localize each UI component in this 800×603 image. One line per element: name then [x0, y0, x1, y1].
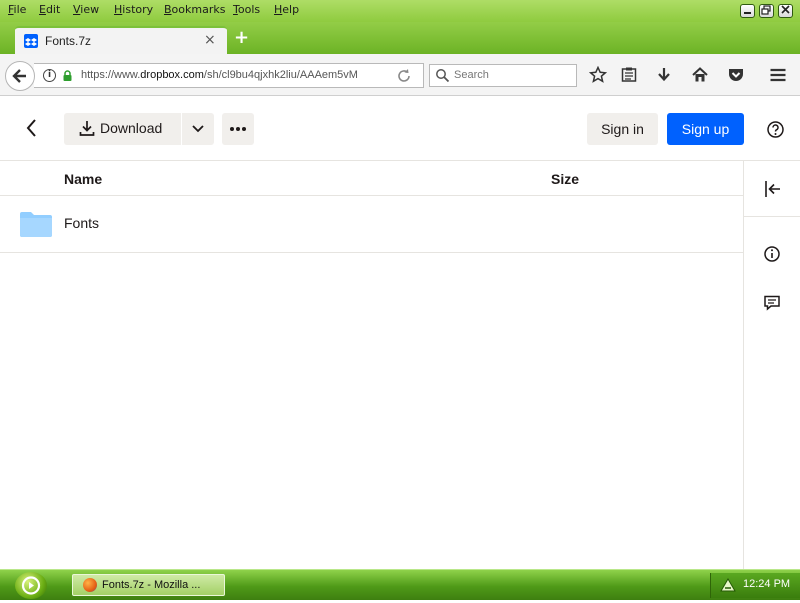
download-arrow-icon[interactable] [655, 66, 673, 84]
lock-icon [63, 70, 72, 81]
help-icon[interactable] [766, 120, 785, 139]
tab-title: Fonts.7z [45, 34, 92, 48]
star-icon[interactable] [589, 66, 607, 84]
arrow-left-icon [12, 69, 26, 83]
menu-tools[interactable]: Tools [233, 3, 260, 16]
info-circle-icon[interactable] [763, 245, 781, 263]
back-button[interactable] [5, 61, 35, 91]
column-size-header[interactable]: Size [551, 171, 579, 187]
search-icon [436, 69, 450, 83]
chevron-left-icon[interactable] [22, 117, 42, 139]
download-icon [79, 121, 95, 136]
system-tray: 12:24 PM [710, 573, 800, 598]
ellipsis-icon [230, 127, 246, 131]
menu-history[interactable]: History [114, 3, 153, 16]
url-bar[interactable]: i https://www.dropbox.com/sh/cl9bu4qjxhk… [34, 63, 424, 88]
folder-icon [20, 212, 52, 237]
download-options-button[interactable] [182, 113, 214, 145]
menu-help[interactable]: Help [274, 3, 299, 16]
pocket-icon[interactable] [727, 66, 745, 84]
tab-fonts[interactable]: Fonts.7z × [15, 26, 227, 54]
file-list: Name Size Fonts [0, 161, 743, 569]
network-icon[interactable] [719, 577, 737, 593]
url-path: /sh/cl9bu4qjxhk2liu/AAAem5vM [203, 69, 358, 81]
home-icon[interactable] [691, 66, 709, 84]
page-header: Download Sign in Sign up [0, 97, 800, 161]
sign-up-button[interactable]: Sign up [667, 113, 744, 145]
taskbar-item-label: Fonts.7z - Mozilla ... [102, 579, 201, 591]
chevron-down-icon [192, 125, 204, 133]
folder-name[interactable]: Fonts [64, 215, 99, 231]
column-name-header[interactable]: Name [64, 171, 102, 187]
search-placeholder: Search [454, 69, 489, 81]
new-tab-button[interactable]: + [234, 28, 249, 48]
list-item[interactable]: Fonts [0, 196, 743, 253]
url-prefix: https://www. [81, 69, 141, 81]
menu-bar: File Edit View History Bookmarks Tools H… [0, 0, 800, 22]
close-window-button[interactable] [778, 4, 793, 18]
sign-in-button[interactable]: Sign in [587, 113, 658, 145]
search-bar[interactable]: Search [429, 64, 577, 87]
hamburger-menu-icon[interactable] [769, 66, 787, 84]
download-button[interactable]: Download [64, 113, 181, 145]
firefox-icon [83, 578, 97, 592]
right-sidebar [743, 161, 800, 569]
restore-icon [761, 5, 771, 15]
comment-icon[interactable] [763, 294, 781, 312]
dropbox-page: Download Sign in Sign up Name Size Fonts [0, 97, 800, 569]
tab-close-icon[interactable]: × [204, 32, 216, 48]
minimize-icon [744, 12, 751, 14]
taskbar: Fonts.7z - Mozilla ... 12:24 PM [0, 569, 800, 600]
menu-bookmarks[interactable]: Bookmarks [164, 3, 225, 16]
info-icon[interactable]: i [43, 69, 56, 82]
menu-file[interactable]: File [8, 3, 26, 16]
reading-list-icon[interactable] [620, 66, 638, 84]
clock: 12:24 PM [743, 578, 791, 590]
tab-strip: Fonts.7z × + [0, 22, 800, 54]
reload-icon[interactable] [396, 65, 414, 87]
start-button[interactable] [15, 572, 47, 599]
restore-button[interactable] [759, 4, 774, 18]
more-options-button[interactable] [222, 113, 254, 145]
menu-view[interactable]: View [73, 3, 99, 16]
url-domain: dropbox.com [140, 69, 204, 81]
download-label: Download [100, 120, 163, 136]
start-logo-icon [21, 576, 41, 595]
sidebar-collapse-button[interactable] [744, 161, 800, 217]
url-text[interactable]: https://www.dropbox.com/sh/cl9bu4qjxhk2l… [81, 69, 389, 85]
taskbar-item-firefox[interactable]: Fonts.7z - Mozilla ... [72, 574, 225, 596]
collapse-panel-icon [765, 181, 780, 197]
minimize-button[interactable] [740, 4, 755, 18]
column-header-row: Name Size [0, 161, 743, 196]
close-icon [781, 5, 790, 14]
menu-edit[interactable]: Edit [39, 3, 60, 16]
dropbox-favicon-icon [24, 34, 38, 48]
navigation-bar: i https://www.dropbox.com/sh/cl9bu4qjxhk… [0, 54, 800, 96]
